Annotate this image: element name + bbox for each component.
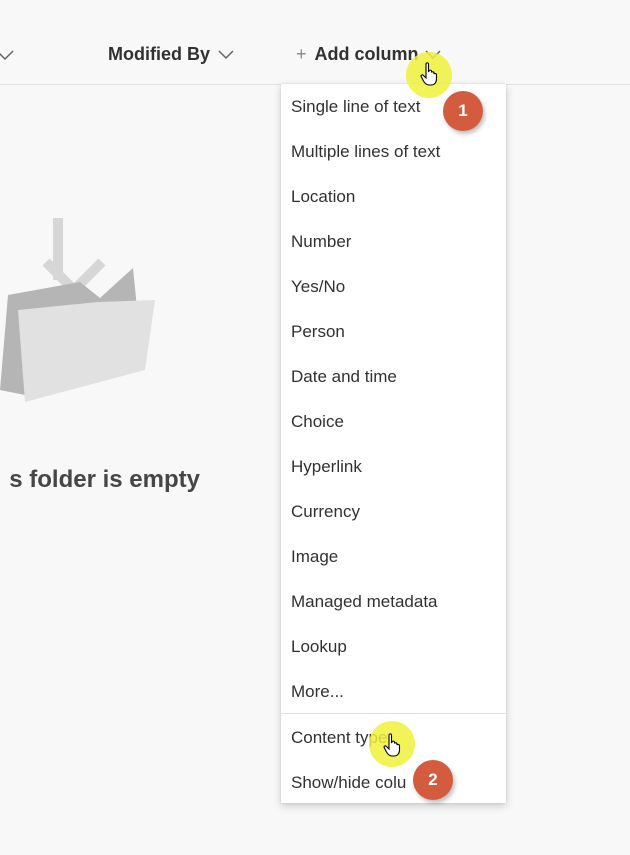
add-column-label: Add column bbox=[314, 44, 419, 64]
menu-item-multiple-lines-of-text[interactable]: Multiple lines of text bbox=[281, 129, 506, 174]
plus-icon: + bbox=[296, 44, 307, 64]
hand-pointer-icon bbox=[383, 733, 401, 762]
menu-item-currency[interactable]: Currency bbox=[281, 489, 506, 534]
column-header-label: Modified By bbox=[108, 44, 210, 64]
empty-folder-illustration bbox=[0, 210, 165, 410]
column-header-modified-by[interactable]: Modified By bbox=[108, 44, 234, 65]
add-column-dropdown-menu: Single line of text Multiple lines of te… bbox=[281, 84, 506, 803]
empty-folder-message: s folder is empty bbox=[9, 466, 200, 493]
menu-item-more[interactable]: More... bbox=[281, 669, 506, 714]
menu-item-number[interactable]: Number bbox=[281, 219, 506, 264]
menu-divider bbox=[281, 713, 506, 714]
menu-item-person[interactable]: Person bbox=[281, 309, 506, 354]
menu-item-choice[interactable]: Choice bbox=[281, 399, 506, 444]
chevron-down-icon[interactable] bbox=[0, 48, 14, 66]
hand-pointer-icon bbox=[420, 62, 438, 91]
step-badge: 2 bbox=[413, 760, 453, 800]
menu-item-yes-no[interactable]: Yes/No bbox=[281, 264, 506, 309]
menu-item-lookup[interactable]: Lookup bbox=[281, 624, 506, 669]
chevron-down-icon bbox=[218, 44, 234, 65]
menu-item-location[interactable]: Location bbox=[281, 174, 506, 219]
step-badge: 1 bbox=[443, 91, 483, 131]
menu-item-managed-metadata[interactable]: Managed metadata bbox=[281, 579, 506, 624]
menu-item-hyperlink[interactable]: Hyperlink bbox=[281, 444, 506, 489]
list-column-header-bar: Modified By + Add column bbox=[0, 0, 630, 85]
menu-item-date-and-time[interactable]: Date and time bbox=[281, 354, 506, 399]
menu-item-image[interactable]: Image bbox=[281, 534, 506, 579]
